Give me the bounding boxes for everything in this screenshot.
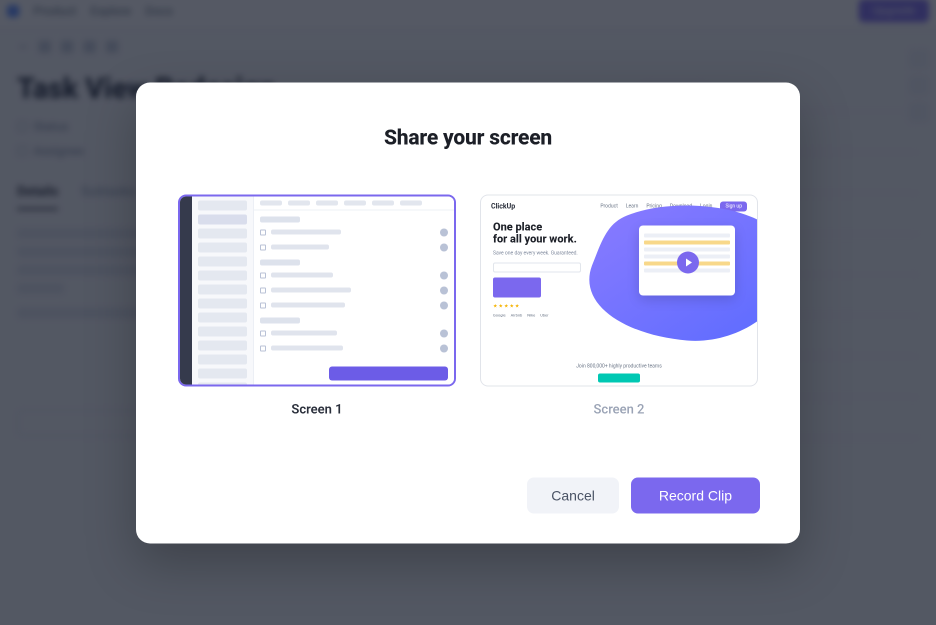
screen-option-2[interactable]: ClickUp Product Learn Pricing Download L… xyxy=(480,194,758,417)
modal-footer: Cancel Record Clip xyxy=(176,477,760,513)
play-icon xyxy=(677,251,699,273)
record-clip-button[interactable]: Record Clip xyxy=(631,477,760,513)
share-screen-modal: Share your screen xyxy=(136,82,800,543)
preview-brand: ClickUp xyxy=(491,202,515,210)
screen-option-1[interactable]: Screen 1 xyxy=(178,194,456,417)
tagline: Join 800,000+ highly productive teams xyxy=(481,363,757,369)
screen-2-thumbnail: ClickUp Product Learn Pricing Download L… xyxy=(480,194,758,386)
rating-stars: ★★★★★ xyxy=(493,303,581,309)
cancel-button[interactable]: Cancel xyxy=(527,477,619,513)
hero-cta xyxy=(493,277,541,297)
screen-1-thumbnail xyxy=(178,194,456,386)
screen-2-label: Screen 2 xyxy=(594,402,645,417)
preview-footer-btn xyxy=(598,373,640,382)
hero-line-2: for all your work. xyxy=(493,234,581,247)
hero-line-1: One place xyxy=(493,221,581,234)
hero-email-input xyxy=(493,262,581,272)
modal-title: Share your screen xyxy=(176,126,760,150)
hero-sub: Save one day every week. Guaranteed. xyxy=(493,250,581,256)
screen-picker: Screen 1 ClickUp Product Learn Pricing D… xyxy=(176,194,760,417)
screen-1-label: Screen 1 xyxy=(291,402,342,417)
